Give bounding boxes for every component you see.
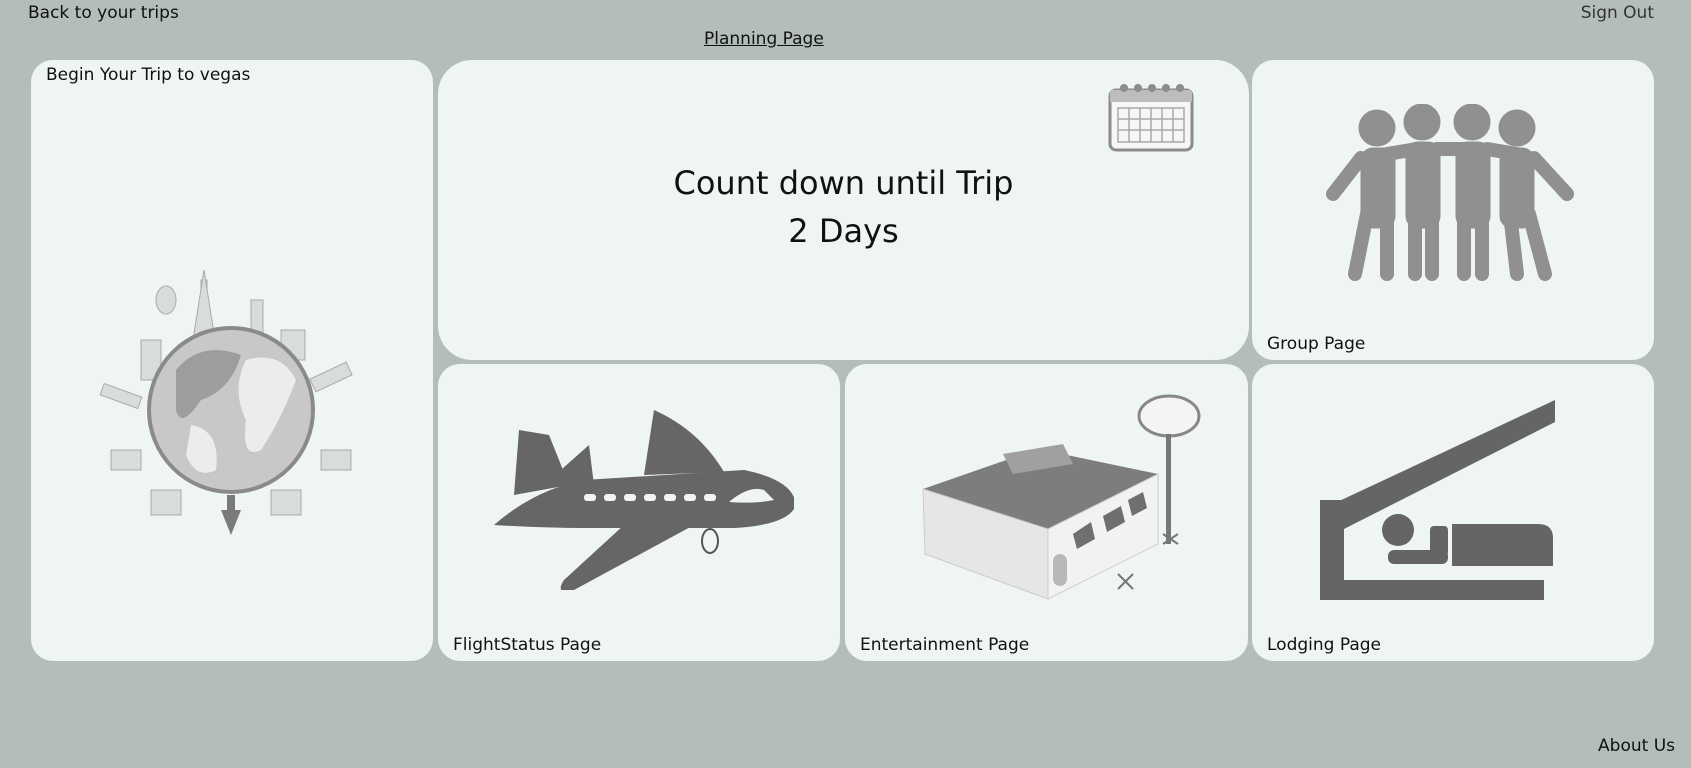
globe-landmarks-icon	[99, 269, 353, 535]
flightstatus-page-tile[interactable]: FlightStatus Page	[438, 364, 840, 661]
group-page-tile[interactable]: Group Page	[1252, 60, 1654, 360]
countdown-days-value: 2 Days	[788, 212, 899, 250]
flightstatus-page-label: FlightStatus Page	[453, 635, 602, 655]
page-title: Planning Page	[704, 29, 824, 49]
bed-shelter-icon	[1320, 400, 1555, 600]
entertainment-page-label: Entertainment Page	[860, 635, 1030, 655]
group-page-label: Group Page	[1267, 334, 1366, 354]
sign-out-link[interactable]: Sign Out	[1581, 3, 1654, 23]
countdown-card: Count down until Trip 2 Days	[438, 60, 1249, 360]
lodging-page-tile[interactable]: Lodging Page	[1252, 364, 1654, 661]
restaurant-building-icon	[922, 394, 1201, 600]
back-to-trips-link[interactable]: Back to your trips	[28, 3, 179, 23]
calendar-icon	[1108, 84, 1194, 152]
countdown-title: Count down until Trip	[673, 164, 1014, 202]
airplane-icon	[494, 410, 794, 590]
entertainment-page-tile[interactable]: Entertainment Page	[845, 364, 1248, 661]
about-us-link[interactable]: About Us	[1598, 736, 1675, 756]
lodging-page-label: Lodging Page	[1267, 635, 1382, 655]
group-people-icon	[1326, 104, 1574, 281]
begin-trip-title: Begin Your Trip to vegas	[46, 65, 251, 85]
begin-trip-card[interactable]: Begin Your Trip to vegas	[31, 60, 433, 661]
